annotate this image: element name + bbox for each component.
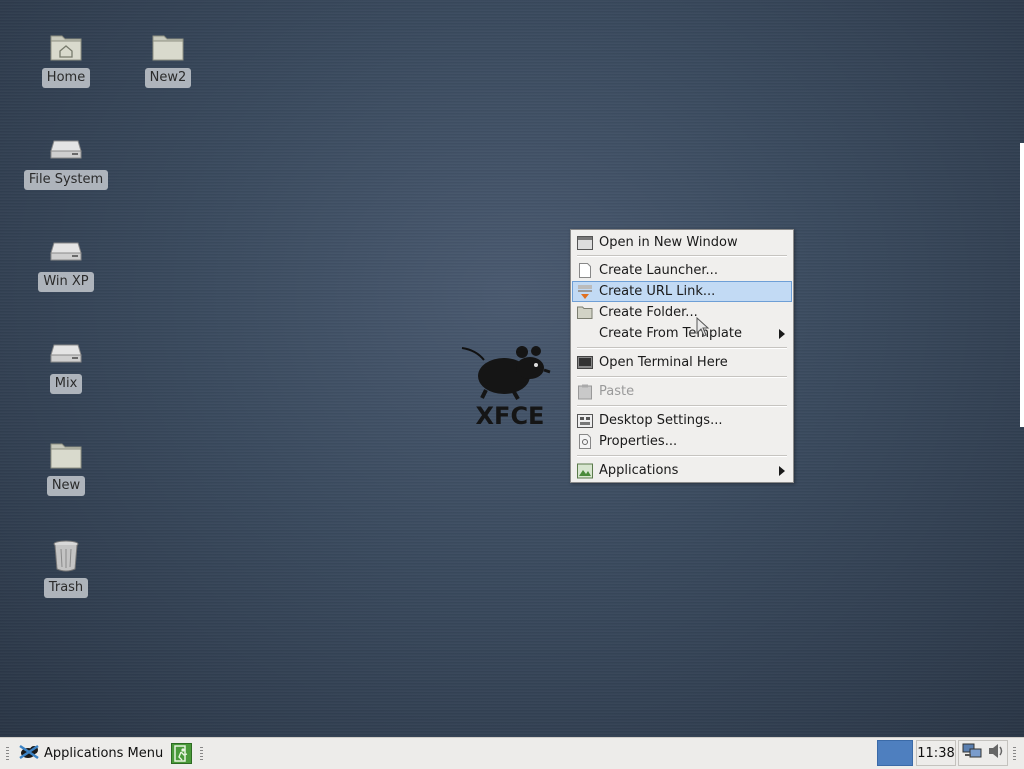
panel-handle[interactable] bbox=[6, 746, 9, 760]
submenu-arrow-icon bbox=[779, 466, 785, 476]
menu-item-create-from-template[interactable]: Create From Template bbox=[573, 324, 791, 343]
menu-item-desktop-settings[interactable]: Desktop Settings... bbox=[573, 411, 791, 430]
menu-item-label: Create Folder... bbox=[599, 305, 698, 320]
xfce-logo: XFCE bbox=[456, 340, 566, 432]
menu-separator bbox=[577, 255, 787, 257]
menu-item-label: Create URL Link... bbox=[599, 284, 716, 299]
applications-icon bbox=[577, 463, 593, 479]
menu-separator bbox=[577, 376, 787, 378]
panel-handle[interactable] bbox=[1013, 746, 1016, 760]
applications-menu-button[interactable]: Applications Menu bbox=[18, 742, 163, 765]
menu-item-open-terminal[interactable]: Open Terminal Here bbox=[573, 353, 791, 372]
document-icon bbox=[577, 263, 593, 279]
system-tray bbox=[958, 740, 1008, 766]
menu-separator bbox=[577, 347, 787, 349]
panel-launcher-icon[interactable] bbox=[171, 743, 192, 764]
menu-item-properties[interactable]: Properties... bbox=[573, 432, 791, 451]
paste-icon bbox=[577, 384, 593, 400]
folder-icon bbox=[48, 436, 84, 472]
menu-item-label: Properties... bbox=[599, 434, 678, 449]
drive-icon bbox=[48, 130, 84, 166]
url-link-icon bbox=[577, 284, 593, 300]
applications-menu-label: Applications Menu bbox=[44, 746, 164, 761]
menu-item-label: Paste bbox=[599, 384, 635, 399]
menu-separator bbox=[577, 455, 787, 457]
desktop-icon-trash[interactable]: Trash bbox=[16, 538, 116, 598]
window-icon bbox=[577, 235, 593, 251]
menu-item-label: Desktop Settings... bbox=[599, 413, 723, 428]
folder-icon bbox=[577, 305, 593, 321]
properties-icon bbox=[577, 434, 593, 450]
desktop-context-menu: Open in New Window Create Launcher... Cr… bbox=[570, 229, 794, 483]
window-edge bbox=[1020, 143, 1024, 427]
desktop-icon-file-system[interactable]: File System bbox=[16, 130, 116, 190]
submenu-arrow-icon bbox=[779, 329, 785, 339]
menu-item-paste[interactable]: Paste bbox=[573, 382, 791, 401]
panel-clock[interactable]: 11:38 bbox=[916, 740, 956, 766]
workspace-switcher[interactable] bbox=[877, 740, 913, 766]
desktop-icon-mix[interactable]: Mix bbox=[16, 334, 116, 394]
network-icon[interactable] bbox=[962, 742, 982, 764]
xfce-mouse-icon bbox=[18, 742, 40, 766]
menu-separator bbox=[577, 405, 787, 407]
desktop-icon-new2[interactable]: New2 bbox=[118, 28, 218, 88]
desktop-icon-label: Home bbox=[41, 68, 91, 88]
desktop-settings-icon bbox=[577, 413, 593, 429]
drive-icon bbox=[48, 334, 84, 370]
desktop-icon-label: Win XP bbox=[38, 272, 94, 292]
volume-icon[interactable] bbox=[987, 742, 1005, 764]
terminal-icon bbox=[577, 355, 593, 371]
desktop[interactable]: Home New2 File System Win XP Mix New Tra… bbox=[0, 0, 1024, 737]
menu-item-label: Create From Template bbox=[599, 326, 742, 341]
home-folder-icon bbox=[48, 28, 84, 64]
drive-icon bbox=[48, 232, 84, 268]
desktop-icon-label: Mix bbox=[49, 374, 83, 394]
trash-icon bbox=[48, 538, 84, 574]
desktop-icon-new[interactable]: New bbox=[16, 436, 116, 496]
xfce-logo-text: XFCE bbox=[476, 402, 545, 430]
desktop-icon-home[interactable]: Home bbox=[16, 28, 116, 88]
menu-item-create-folder[interactable]: Create Folder... bbox=[573, 303, 791, 322]
menu-item-label: Applications bbox=[599, 463, 679, 478]
desktop-icon-win-xp[interactable]: Win XP bbox=[16, 232, 116, 292]
menu-item-label: Open Terminal Here bbox=[599, 355, 728, 370]
menu-item-create-url-link[interactable]: Create URL Link... bbox=[572, 281, 792, 302]
menu-item-open-new-window[interactable]: Open in New Window bbox=[573, 233, 791, 252]
menu-item-create-launcher[interactable]: Create Launcher... bbox=[573, 261, 791, 280]
panel-handle[interactable] bbox=[200, 746, 203, 760]
desktop-icon-label: Trash bbox=[43, 578, 89, 598]
desktop-icon-label: New2 bbox=[144, 68, 192, 88]
menu-item-label: Open in New Window bbox=[599, 235, 738, 250]
menu-item-applications[interactable]: Applications bbox=[573, 461, 791, 480]
bottom-panel: Applications Menu 11:38 bbox=[0, 737, 1024, 769]
desktop-icon-label: File System bbox=[23, 170, 109, 190]
menu-item-label: Create Launcher... bbox=[599, 263, 718, 278]
folder-icon bbox=[150, 28, 186, 64]
mouse-cursor-icon bbox=[696, 317, 710, 337]
desktop-icon-label: New bbox=[46, 476, 86, 496]
